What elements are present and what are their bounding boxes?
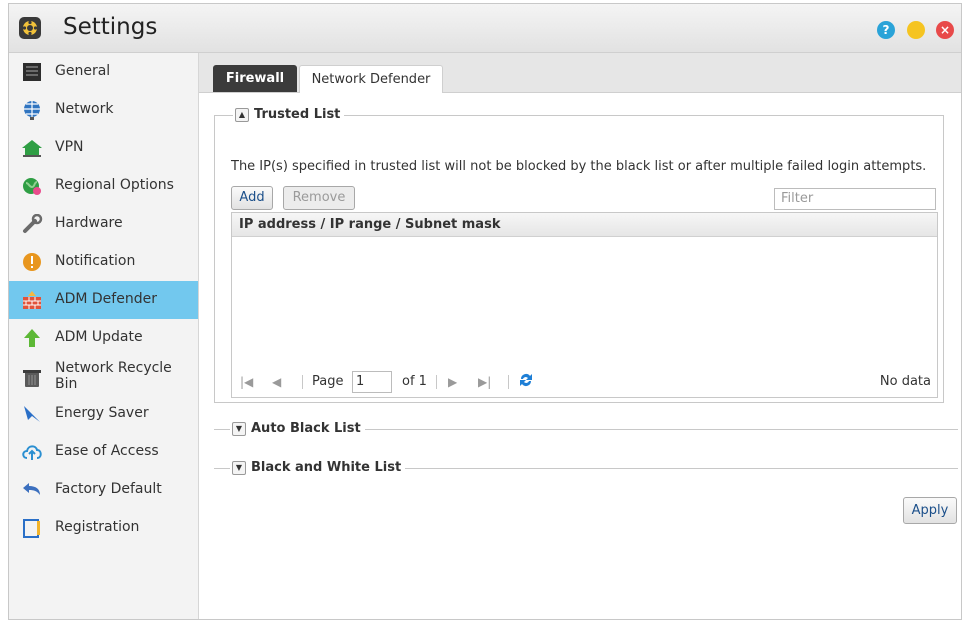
page-number-input[interactable]: 1 — [352, 371, 392, 393]
sidebar-item-label: Registration — [55, 519, 140, 535]
sidebar-item-energy-saver[interactable]: Energy Saver — [9, 395, 198, 433]
defender-wall-icon — [21, 290, 43, 310]
page-label: Page — [312, 374, 344, 389]
undo-arrow-icon — [21, 480, 43, 500]
collapse-arrow-icon[interactable]: ▲ — [235, 107, 249, 122]
sidebar-item-label: VPN — [55, 139, 84, 155]
pager-divider — [436, 375, 437, 389]
close-button[interactable]: × — [936, 21, 954, 39]
vpn-icon — [21, 138, 43, 158]
sidebar-item-regional-options[interactable]: Regional Options — [9, 167, 198, 205]
sidebar-item-adm-update[interactable]: ADM Update — [9, 319, 198, 357]
pagination-bar: |◀ ◀ Page 1 of 1 ▶ ▶| No data — [232, 367, 937, 397]
firewall-content: ▲ Trusted List The IP(s) specified in tr… — [199, 93, 961, 619]
expand-arrow-icon[interactable]: ▼ — [232, 460, 246, 475]
add-button[interactable]: Add — [231, 186, 273, 210]
page-of-label: of 1 — [402, 374, 427, 389]
tab-bar: Firewall Network Defender — [199, 53, 961, 93]
general-icon — [21, 62, 43, 82]
window-title: Settings — [63, 14, 158, 40]
sidebar-item-adm-defender[interactable]: ADM Defender — [9, 281, 198, 319]
sidebar-item-label: Energy Saver — [55, 405, 149, 421]
next-page-icon[interactable]: ▶ — [448, 375, 457, 389]
trusted-list-title: Trusted List — [254, 107, 341, 122]
network-globe-icon — [21, 100, 43, 120]
sidebar-item-ease-of-access[interactable]: Ease of Access — [9, 433, 198, 471]
no-data-status: No data — [879, 374, 931, 389]
sidebar-item-vpn[interactable]: VPN — [9, 129, 198, 167]
pager-divider — [302, 375, 303, 389]
trusted-list-legend[interactable]: ▲ Trusted List — [233, 107, 345, 122]
sidebar-item-factory-default[interactable]: Factory Default — [9, 471, 198, 509]
pager-divider — [508, 375, 509, 389]
sidebar-item-label: Network Recycle Bin — [55, 360, 172, 392]
energy-saver-icon — [21, 404, 43, 424]
refresh-icon[interactable] — [518, 371, 534, 393]
sidebar-item-label: Network — [55, 101, 114, 117]
expand-arrow-icon[interactable]: ▼ — [232, 421, 246, 436]
sidebar-item-label: ADM Defender — [55, 291, 157, 307]
trusted-list-table: IP address / IP range / Subnet mask |◀ ◀… — [231, 212, 938, 398]
sidebar-item-label: Regional Options — [55, 177, 174, 193]
sidebar-item-label: General — [55, 63, 111, 79]
notification-alert-icon — [21, 252, 43, 272]
sidebar-item-label: Notification — [55, 253, 136, 269]
settings-sidebar: General Network VPN Regional Options Har… — [9, 53, 199, 619]
settings-window: Settings ? × General Network VPN Regiona… — [8, 3, 962, 620]
trusted-list-description: The IP(s) specified in trusted list will… — [231, 159, 927, 174]
tab-network-defender[interactable]: Network Defender — [299, 65, 443, 93]
sidebar-item-hardware[interactable]: Hardware — [9, 205, 198, 243]
remove-button[interactable]: Remove — [283, 186, 355, 210]
minimize-button[interactable] — [907, 21, 925, 39]
sidebar-item-label: Factory Default — [55, 481, 162, 497]
regional-options-icon — [21, 176, 43, 196]
sidebar-item-label: Hardware — [55, 215, 123, 231]
hardware-wrench-icon — [21, 213, 43, 234]
cloud-upload-icon — [21, 442, 43, 462]
help-button[interactable]: ? — [877, 21, 895, 39]
black-white-list-title: Black and White List — [251, 460, 402, 475]
registration-icon — [21, 518, 43, 538]
sidebar-item-label: Ease of Access — [55, 443, 159, 459]
apply-button[interactable]: Apply — [903, 497, 957, 524]
settings-gear-icon — [19, 17, 41, 39]
sidebar-item-label: ADM Update — [55, 329, 143, 345]
black-white-list-legend[interactable]: ▼ Black and White List — [230, 460, 406, 475]
prev-page-icon[interactable]: ◀ — [272, 375, 281, 389]
sidebar-item-network-recycle-bin[interactable]: Network Recycle Bin — [9, 357, 198, 395]
update-arrow-icon — [21, 328, 43, 348]
trusted-list-panel: ▲ Trusted List The IP(s) specified in tr… — [214, 107, 944, 403]
sidebar-item-network[interactable]: Network — [9, 91, 198, 129]
first-page-icon[interactable]: |◀ — [240, 375, 253, 389]
tab-firewall[interactable]: Firewall — [213, 65, 297, 92]
auto-black-list-legend[interactable]: ▼ Auto Black List — [230, 421, 365, 436]
sidebar-item-registration[interactable]: Registration — [9, 509, 198, 547]
recycle-bin-icon — [21, 368, 43, 388]
filter-input[interactable]: Filter — [774, 188, 936, 210]
last-page-icon[interactable]: ▶| — [478, 375, 491, 389]
auto-black-list-title: Auto Black List — [251, 421, 361, 436]
title-bar: Settings ? × — [9, 4, 961, 53]
sidebar-item-notification[interactable]: Notification — [9, 243, 198, 281]
column-header-ip[interactable]: IP address / IP range / Subnet mask — [232, 213, 937, 237]
sidebar-item-general[interactable]: General — [9, 53, 198, 91]
